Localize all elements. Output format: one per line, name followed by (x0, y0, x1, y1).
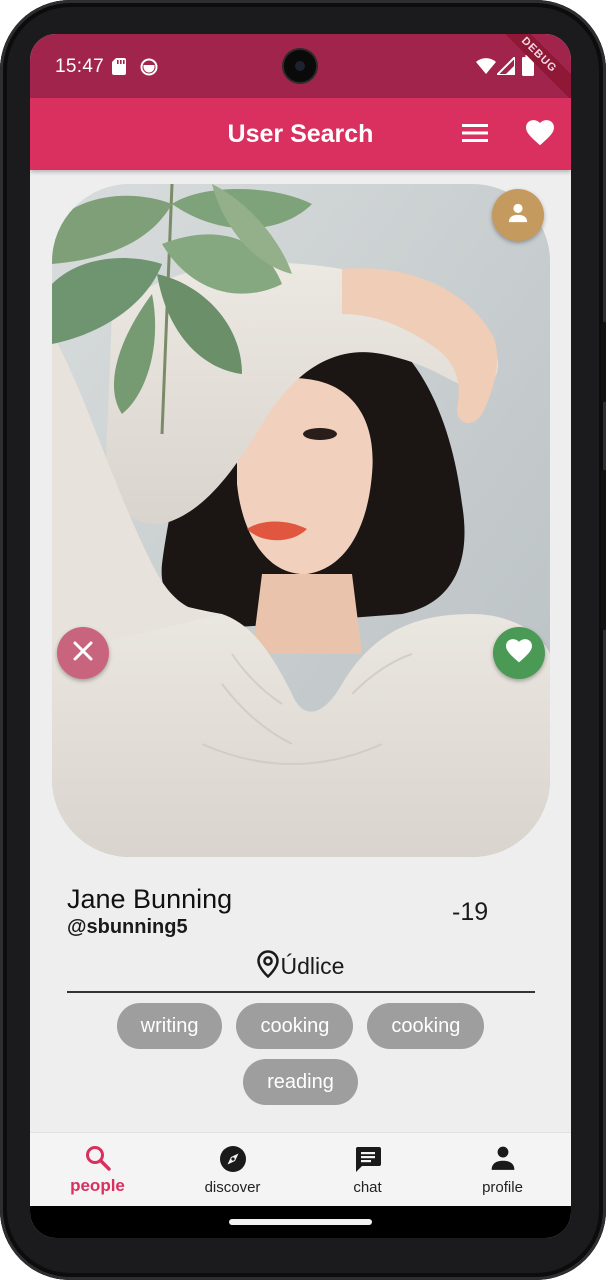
nav-label: discover (204, 1179, 261, 1196)
user-name: Jane Bunning (67, 884, 233, 914)
compass-icon (219, 1145, 247, 1173)
interest-chips: writing cooking cooking reading (90, 1003, 511, 1105)
nav-label: people (70, 1176, 125, 1195)
person-icon (490, 1145, 516, 1173)
nav-item-profile[interactable]: profile (435, 1133, 570, 1207)
front-camera (284, 50, 316, 82)
chat-icon (354, 1145, 382, 1173)
phone-frame: 15:47 DEBUG User Search Jane Bunning @sb… (0, 0, 606, 1280)
sd-card-icon (112, 58, 126, 80)
close-icon (73, 641, 93, 666)
nav-label: profile (482, 1179, 523, 1196)
bottom-nav: people discover chat profile (30, 1132, 571, 1207)
person-icon (507, 202, 529, 229)
user-age: -19 (452, 898, 489, 926)
page-title: User Search (227, 120, 374, 148)
wifi-icon (476, 58, 496, 79)
signal-icon (494, 54, 516, 80)
location: Údlice (30, 950, 571, 983)
location-pin-icon (256, 950, 279, 983)
heart-icon[interactable] (526, 120, 554, 151)
heart-icon (506, 638, 532, 668)
dislike-button[interactable] (57, 627, 109, 679)
power-button (601, 322, 606, 402)
volume-buttons (601, 470, 606, 630)
interest-chip[interactable]: writing (116, 1003, 223, 1049)
interest-chip[interactable]: cooking (236, 1003, 354, 1049)
status-bar: 15:47 DEBUG (30, 34, 571, 104)
search-icon (85, 1145, 111, 1173)
profile-photo[interactable] (52, 184, 550, 857)
like-button[interactable] (493, 627, 545, 679)
location-text: Údlice (280, 953, 345, 979)
screen: 15:47 DEBUG User Search Jane Bunning @sb… (30, 34, 571, 1238)
notification-icon (140, 58, 158, 81)
status-time: 15:47 (55, 56, 105, 77)
app-bar: User Search (30, 98, 571, 170)
interest-chip[interactable]: reading (243, 1059, 358, 1105)
divider (67, 991, 535, 993)
nav-item-chat[interactable]: chat (300, 1133, 435, 1207)
nav-item-discover[interactable]: discover (165, 1133, 300, 1207)
user-handle: @sbunning5 (67, 916, 188, 938)
menu-icon[interactable] (462, 122, 488, 149)
view-profile-button[interactable] (492, 189, 544, 241)
home-indicator[interactable] (229, 1219, 372, 1225)
nav-item-people[interactable]: people (30, 1133, 165, 1207)
interest-chip[interactable]: cooking (367, 1003, 485, 1049)
nav-label: chat (353, 1179, 382, 1196)
gesture-bar (30, 1206, 571, 1238)
